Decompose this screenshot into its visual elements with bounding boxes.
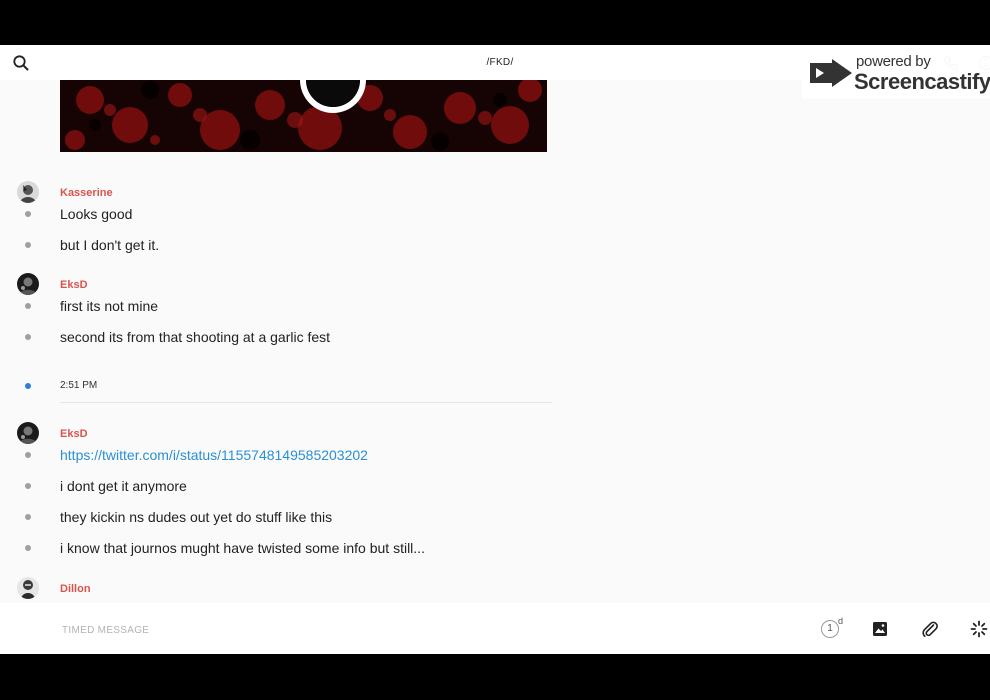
message-text: second its from that shooting at a garli…: [60, 329, 331, 345]
message-author[interactable]: EksD: [60, 279, 88, 291]
message-bullet: [25, 334, 31, 340]
shared-image[interactable]: [60, 80, 547, 152]
timer-value: 1: [821, 620, 839, 638]
message-bullet: [25, 452, 31, 458]
paperclip-icon[interactable]: [921, 620, 939, 638]
letterbox-top: [0, 0, 990, 45]
avatar[interactable]: [17, 422, 39, 444]
message-input[interactable]: [60, 620, 664, 640]
avatar[interactable]: [17, 577, 39, 599]
message-composer: 1 d: [0, 603, 990, 654]
timestamp-divider: [60, 402, 552, 403]
message-author[interactable]: Dillon: [60, 583, 91, 595]
message-text: Looks good: [60, 206, 133, 222]
message-text: they kickin ns dudes out yet do stuff li…: [60, 509, 333, 525]
message-author[interactable]: Kasserine: [60, 187, 113, 199]
message-text: but I don't get it.: [60, 237, 160, 253]
message-bullet: [25, 514, 31, 520]
timestamp-dot: [25, 383, 31, 389]
letterbox-bottom: [0, 654, 990, 700]
sparkle-icon[interactable]: [970, 620, 988, 638]
image-icon[interactable]: [872, 621, 888, 637]
message-link[interactable]: https://twitter.com/i/status/11557481495…: [60, 447, 368, 463]
timer-unit: d: [838, 616, 844, 626]
message-bullet: [25, 211, 31, 217]
message-text: i know that journos mught have twisted s…: [60, 540, 425, 556]
message-feed: Kasserine Looks good but I don't get it.…: [0, 80, 990, 603]
message-text: first its not mine: [60, 298, 159, 314]
message-text: i dont get it anymore: [60, 478, 187, 494]
chat-app: /FKD/ powered by Screencastify Kasserine…: [0, 45, 990, 654]
message-bullet: [25, 242, 31, 248]
timer-button[interactable]: 1 d: [821, 616, 845, 641]
message-bullet: [25, 545, 31, 551]
message-bullet: [25, 483, 31, 489]
timestamp: 2:51 PM: [60, 380, 98, 391]
message-author[interactable]: EksD: [60, 428, 88, 440]
watermark-powered-by: powered by: [856, 53, 931, 70]
avatar[interactable]: [17, 273, 39, 295]
avatar[interactable]: [17, 181, 39, 203]
message-bullet: [25, 303, 31, 309]
